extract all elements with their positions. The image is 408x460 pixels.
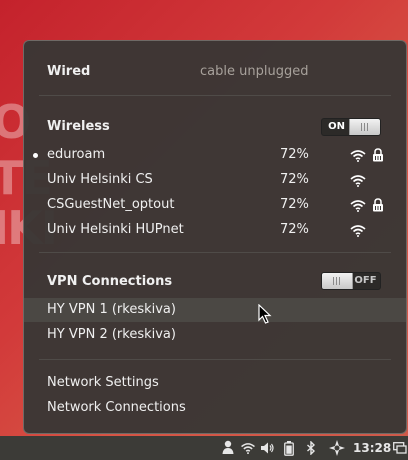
user-icon[interactable] [222,440,234,454]
connected-indicator [33,153,38,158]
vpn-connection-2[interactable]: HY VPN 2 (rkeskiva) [24,323,406,347]
vpn-connection-name: HY VPN 1 (rkeskiva) [47,302,176,317]
toggle-knob [322,273,353,289]
wireless-toggle-label: ON [328,121,345,132]
wifi-network-univ-helsinki-hupnet[interactable]: Univ Helsinki HUPnet 72% [24,218,406,242]
session-menu-icon[interactable] [393,442,407,454]
wired-section: Wired cable unplugged [24,60,406,84]
network-name: eduroam [47,147,106,162]
wired-title: Wired [47,64,91,79]
network-connections-item[interactable]: Network Connections [24,396,406,420]
network-name: CSGuestNet_optout [47,197,175,212]
lock-icon [373,198,383,212]
wifi-network-csguestnet[interactable]: CSGuestNet_optout 72% [24,193,406,217]
network-signal: 72% [280,172,309,187]
network-settings-item[interactable]: Network Settings [24,371,406,395]
wifi-network-univ-helsinki-cs[interactable]: Univ Helsinki CS 72% [24,168,406,192]
sync-indicator-icon[interactable] [328,439,346,457]
wired-status: cable unplugged [200,64,309,79]
network-connections-label: Network Connections [47,400,186,415]
vpn-connection-name: HY VPN 2 (rkeskiva) [47,327,176,342]
network-signal: 72% [280,222,309,237]
network-signal: 72% [280,147,309,162]
mouse-cursor-icon [258,304,272,324]
toggle-knob [349,119,380,135]
vpn-toggle[interactable]: OFF [321,272,381,290]
wifi-network-eduroam[interactable]: eduroam 72% [24,143,406,167]
clock[interactable]: 13:28 [353,436,391,460]
vpn-connection-1[interactable]: HY VPN 1 (rkeskiva) [24,298,406,322]
network-settings-label: Network Settings [47,375,159,390]
wifi-signal-icon [350,225,366,237]
vpn-title: VPN Connections [47,274,173,289]
network-signal: 72% [280,197,309,212]
separator [39,359,391,360]
separator [39,252,391,253]
network-name: Univ Helsinki CS [47,172,153,187]
vpn-toggle-label: OFF [354,275,377,286]
system-panel: 13:28 [0,436,408,460]
wireless-toggle[interactable]: ON [321,118,381,136]
lock-icon [373,148,383,162]
wireless-title: Wireless [47,119,110,134]
volume-icon[interactable] [260,441,274,455]
battery-icon[interactable] [284,441,294,456]
bluetooth-icon[interactable] [306,441,316,455]
wifi-signal-icon [350,175,366,187]
network-wifi-icon[interactable] [240,442,256,454]
wifi-signal-icon [350,150,366,162]
separator [39,95,391,96]
wifi-signal-icon [350,200,366,212]
network-name: Univ Helsinki HUPnet [47,222,184,237]
network-menu: Wired cable unplugged Wireless ON eduroa… [23,40,407,434]
